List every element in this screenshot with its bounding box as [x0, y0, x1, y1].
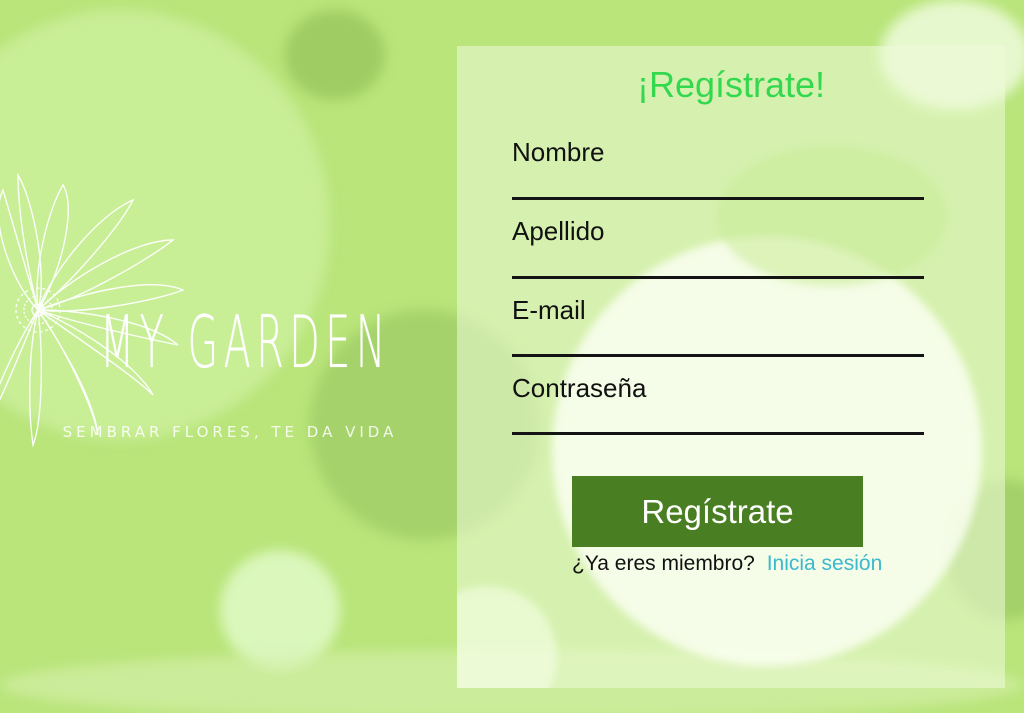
apellido-input[interactable]: [512, 249, 924, 275]
email-underline: [512, 354, 924, 357]
password-underline: [512, 432, 924, 435]
password-label: Contraseña: [512, 373, 647, 403]
register-button[interactable]: Regístrate: [572, 476, 863, 547]
password-input[interactable]: [512, 405, 924, 431]
nombre-label: Nombre: [512, 137, 605, 167]
nombre-input[interactable]: [512, 170, 924, 196]
form-title: ¡Regístrate!: [636, 64, 826, 105]
nombre-underline: [512, 197, 924, 200]
login-link[interactable]: Inicia sesión: [767, 552, 883, 575]
email-label: E-mail: [512, 295, 586, 325]
apellido-underline: [512, 276, 924, 279]
apellido-label: Apellido: [512, 216, 605, 246]
member-prompt: ¿Ya eres miembro? Inicia sesión: [572, 552, 882, 576]
email-input[interactable]: [512, 327, 924, 353]
member-text: ¿Ya eres miembro?: [572, 552, 755, 575]
brand-name: MY GARDEN: [100, 300, 391, 384]
brand-tagline: SEMBRAR FLORES, TE DA VIDA: [62, 423, 398, 441]
